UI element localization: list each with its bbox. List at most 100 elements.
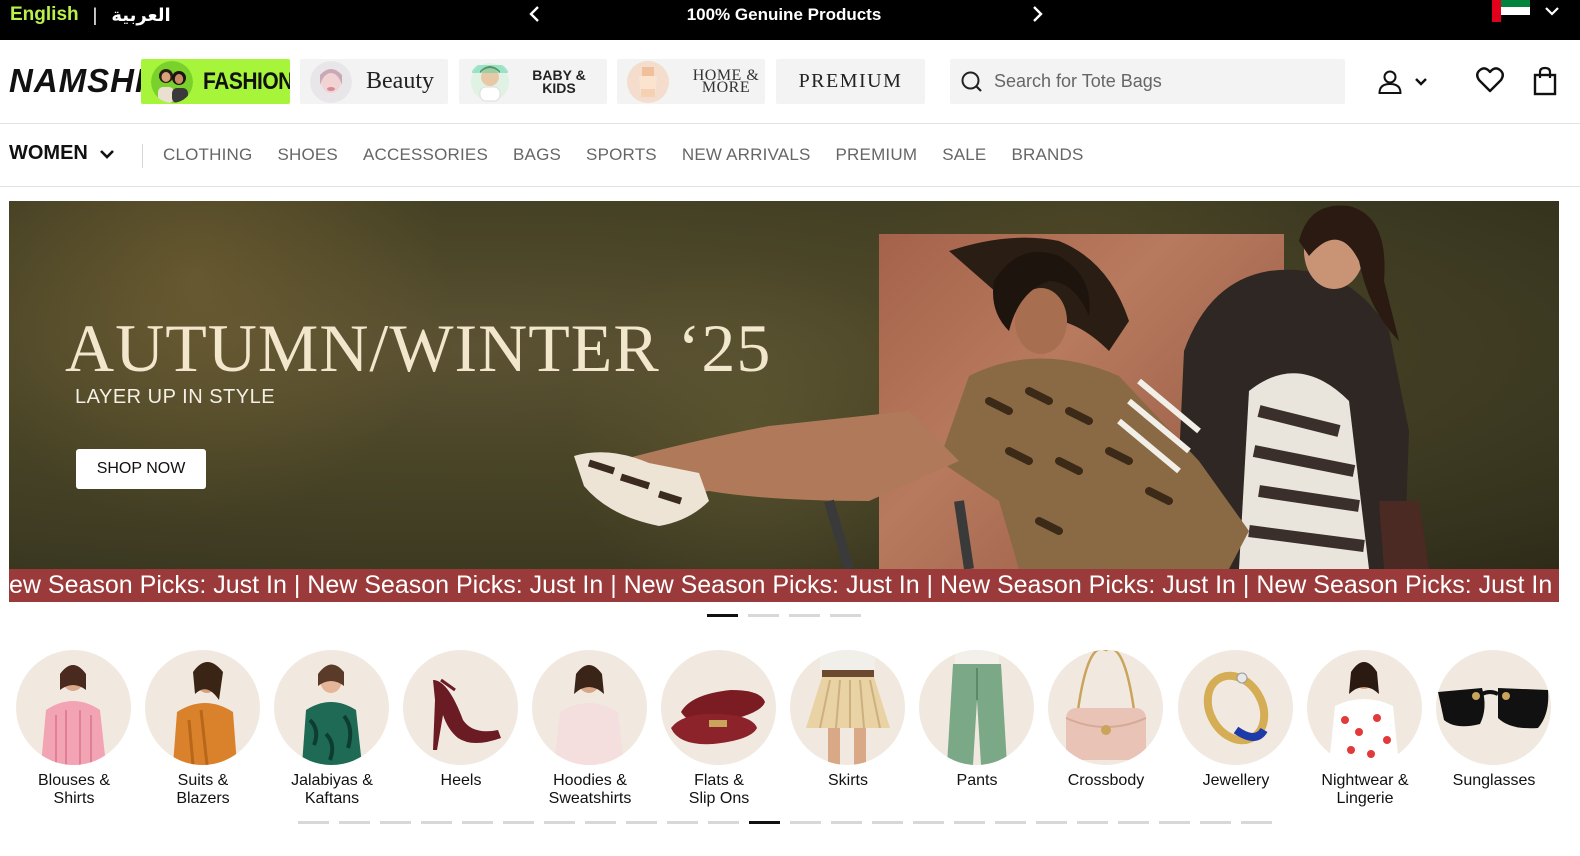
nav-divider (142, 144, 143, 168)
home-more-thumb-icon (627, 60, 669, 103)
account-button[interactable] (1376, 68, 1430, 96)
category-dot[interactable] (626, 821, 657, 824)
category-dot[interactable] (708, 821, 739, 824)
search-input[interactable] (994, 71, 1324, 92)
heart-icon (1476, 67, 1504, 93)
category-image (1178, 650, 1293, 765)
nav-shoes[interactable]: SHOES (277, 145, 338, 165)
category-dot[interactable] (1200, 821, 1231, 824)
tile-home-more[interactable]: HOME & MORE (617, 59, 765, 104)
category-dot[interactable] (1118, 821, 1149, 824)
category-image (532, 650, 647, 765)
nav-accessories[interactable]: ACCESSORIES (363, 145, 488, 165)
language-arabic[interactable]: العربية (111, 5, 170, 26)
promo-ticker[interactable]: ew Season Picks: Just In | New Season Pi… (9, 569, 1559, 602)
top-bar: English | العربية 100% Genuine Products (0, 0, 1580, 40)
category-dot[interactable] (831, 821, 862, 824)
category-crossbody[interactable]: Crossbody (1048, 650, 1164, 790)
category-dot[interactable] (1159, 821, 1190, 824)
category-dot[interactable] (1036, 821, 1067, 824)
chevron-down-icon (1415, 78, 1427, 86)
category-label: Heels (440, 772, 482, 789)
language-separator: | (92, 4, 98, 25)
category-label: Suits & Blazers (176, 772, 230, 807)
hero-dot[interactable] (707, 614, 738, 617)
category-label: Hoodies & Sweatshirts (548, 772, 632, 807)
category-dot[interactable] (749, 821, 780, 824)
nav-sports[interactable]: SPORTS (586, 145, 657, 165)
category-jewellery[interactable]: Jewellery (1178, 650, 1294, 790)
category-image (790, 650, 905, 765)
category-image (1048, 650, 1163, 765)
nav-new-arrivals[interactable]: NEW ARRIVALS (682, 145, 811, 165)
promo-next-button[interactable] (1026, 3, 1048, 25)
category-dot[interactable] (339, 821, 370, 824)
gender-label: WOMEN (9, 142, 88, 164)
category-dot[interactable] (872, 821, 903, 824)
category-dot[interactable] (462, 821, 493, 824)
hero-dot[interactable] (830, 614, 861, 617)
tile-fashion[interactable]: FASHION (141, 59, 290, 104)
nav-brands[interactable]: BRANDS (1011, 145, 1083, 165)
category-flats-slip-ons[interactable]: Flats & Slip Ons (661, 650, 777, 808)
category-dot[interactable] (544, 821, 575, 824)
category-suits-blazers[interactable]: Suits & Blazers (145, 650, 261, 808)
main-nav: WOMEN CLOTHING SHOES ACCESSORIES BAGS SP… (0, 125, 1580, 187)
category-dot[interactable] (954, 821, 985, 824)
hero-dot[interactable] (748, 614, 779, 617)
category-dot[interactable] (995, 821, 1026, 824)
category-dot[interactable] (1241, 821, 1272, 824)
category-dot[interactable] (667, 821, 698, 824)
hero-banner[interactable]: AUTUMN/WINTER ‘25 LAYER UP IN STYLE SHOP… (9, 201, 1559, 569)
category-image (919, 650, 1034, 765)
tile-baby-kids-label: BABY & KIDS (532, 66, 586, 96)
search-bar (950, 59, 1345, 104)
category-label: Flats & Slip Ons (688, 772, 750, 807)
category-dot[interactable] (585, 821, 616, 824)
nav-links: CLOTHING SHOES ACCESSORIES BAGS SPORTS N… (163, 145, 1109, 165)
category-nightwear-lingerie[interactable]: Nightwear & Lingerie (1307, 650, 1423, 808)
uae-flag-icon[interactable] (1492, 0, 1530, 22)
hero-dot[interactable] (789, 614, 820, 617)
namshi-logo[interactable]: NAMSHI (9, 62, 145, 100)
language-english[interactable]: English (10, 4, 79, 26)
tile-beauty[interactable]: Beauty (300, 59, 448, 104)
promo-message: 100% Genuine Products (686, 5, 882, 24)
category-label: Jalabiyas & Kaftans (291, 772, 373, 807)
category-label: Crossbody (1067, 772, 1145, 789)
wishlist-button[interactable] (1475, 66, 1505, 99)
category-dot[interactable] (298, 821, 329, 824)
category-sunglasses[interactable]: Sunglasses (1436, 650, 1552, 790)
chevron-down-icon (99, 149, 114, 159)
nav-premium[interactable]: PREMIUM (836, 145, 918, 165)
nav-bags[interactable]: BAGS (513, 145, 561, 165)
fashion-thumb-icon (151, 60, 193, 103)
gender-selector[interactable]: WOMEN (9, 142, 116, 165)
category-label: Pants (956, 772, 998, 789)
category-hoodies-sweatshirts[interactable]: Hoodies & Sweatshirts (532, 650, 648, 808)
category-pants[interactable]: Pants (919, 650, 1035, 790)
category-blouses-shirts[interactable]: Blouses & Shirts (16, 650, 132, 808)
category-dot[interactable] (380, 821, 411, 824)
category-dot[interactable] (421, 821, 452, 824)
shop-now-button[interactable]: SHOP NOW (76, 449, 206, 489)
category-image (1436, 650, 1551, 765)
nav-sale[interactable]: SALE (942, 145, 986, 165)
category-skirts[interactable]: Skirts (790, 650, 906, 790)
category-jalabiyas-kaftans[interactable]: Jalabiyas & Kaftans (274, 650, 390, 808)
country-dropdown-icon[interactable] (1542, 2, 1562, 22)
category-dot[interactable] (1077, 821, 1108, 824)
shopping-bag-button[interactable] (1532, 66, 1558, 101)
baby-kids-thumb-icon (471, 62, 509, 101)
category-dot[interactable] (503, 821, 534, 824)
chevron-left-icon (529, 6, 539, 22)
category-dot[interactable] (913, 821, 944, 824)
tile-home-more-label: HOME & MORE (692, 66, 760, 96)
promo-prev-button[interactable] (524, 3, 546, 25)
tile-premium[interactable]: PREMIUM (776, 59, 925, 104)
category-dot[interactable] (790, 821, 821, 824)
nav-clothing[interactable]: CLOTHING (163, 145, 252, 165)
category-heels[interactable]: Heels (403, 650, 519, 790)
tile-baby-kids[interactable]: BABY & KIDS (459, 59, 607, 104)
category-label: Nightwear & Lingerie (1321, 772, 1409, 807)
